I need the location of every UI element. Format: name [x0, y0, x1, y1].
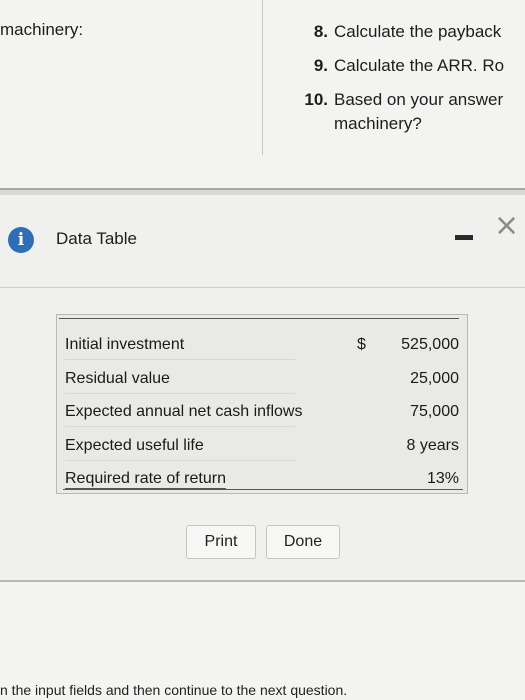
- question-10-continuation: machinery?: [334, 114, 422, 133]
- done-button[interactable]: Done: [266, 525, 340, 559]
- question-text: Calculate the ARR. Ro: [334, 56, 505, 75]
- dialog-title: Data Table: [56, 229, 137, 248]
- instruction-footer: n the input fields and then continue to …: [0, 580, 525, 700]
- table-row: Initial investment $ 525,000: [57, 332, 467, 360]
- print-button[interactable]: Print: [186, 525, 256, 559]
- panel-divider: [0, 188, 525, 190]
- question-number: 8.: [313, 22, 328, 41]
- footer-divider: [0, 580, 525, 582]
- row-value: 75,000: [410, 403, 459, 420]
- table-row: Expected useful life 8 years: [57, 433, 467, 461]
- question-text: Calculate the payback: [334, 22, 502, 41]
- table-row: Residual value 25,000: [57, 366, 467, 394]
- instruction-text: n the input fields and then continue to …: [0, 682, 348, 698]
- question-9: 9. Calculate the ARR. Ro: [298, 56, 504, 76]
- data-table-dialog: i Data Table × Initial investment $ 525,…: [0, 195, 525, 580]
- table-row: Expected annual net cash inflows 75,000: [57, 399, 467, 427]
- row-value: 8 years: [406, 437, 459, 454]
- row-value: 25,000: [410, 370, 459, 387]
- column-divider: [262, 0, 263, 155]
- row-divider: [65, 359, 295, 360]
- question-10: 10. Based on your answer: [298, 90, 503, 110]
- currency-symbol: $: [357, 336, 366, 353]
- header-divider: [0, 287, 525, 288]
- info-icon: i: [8, 227, 34, 253]
- row-label: Residual value: [65, 370, 170, 387]
- table-bottom-rule: [63, 489, 463, 490]
- row-label: Expected annual net cash inflows: [65, 403, 303, 420]
- question-number: 9.: [313, 56, 328, 75]
- question-8: 8. Calculate the payback: [298, 22, 501, 42]
- row-label: Initial investment: [65, 336, 185, 353]
- row-label: Required rate of return: [65, 470, 226, 489]
- row-value: 13%: [426, 470, 459, 487]
- question-number: 10.: [304, 90, 328, 109]
- row-divider: [65, 460, 295, 461]
- row-divider: [65, 426, 295, 427]
- row-label: Expected useful life: [65, 437, 204, 454]
- row-value: 525,000: [401, 336, 459, 353]
- minimize-icon[interactable]: [455, 235, 473, 240]
- question-text: Based on your answer: [334, 90, 504, 109]
- row-divider: [65, 393, 295, 394]
- close-icon[interactable]: ×: [494, 211, 519, 241]
- question-panel: machinery: 8. Calculate the payback 9. Cal…: [0, 0, 525, 190]
- data-table: Initial investment $ 525,000 Residual va…: [56, 314, 468, 494]
- left-column-text: machinery:: [0, 20, 84, 39]
- table-top-rule: [59, 318, 459, 319]
